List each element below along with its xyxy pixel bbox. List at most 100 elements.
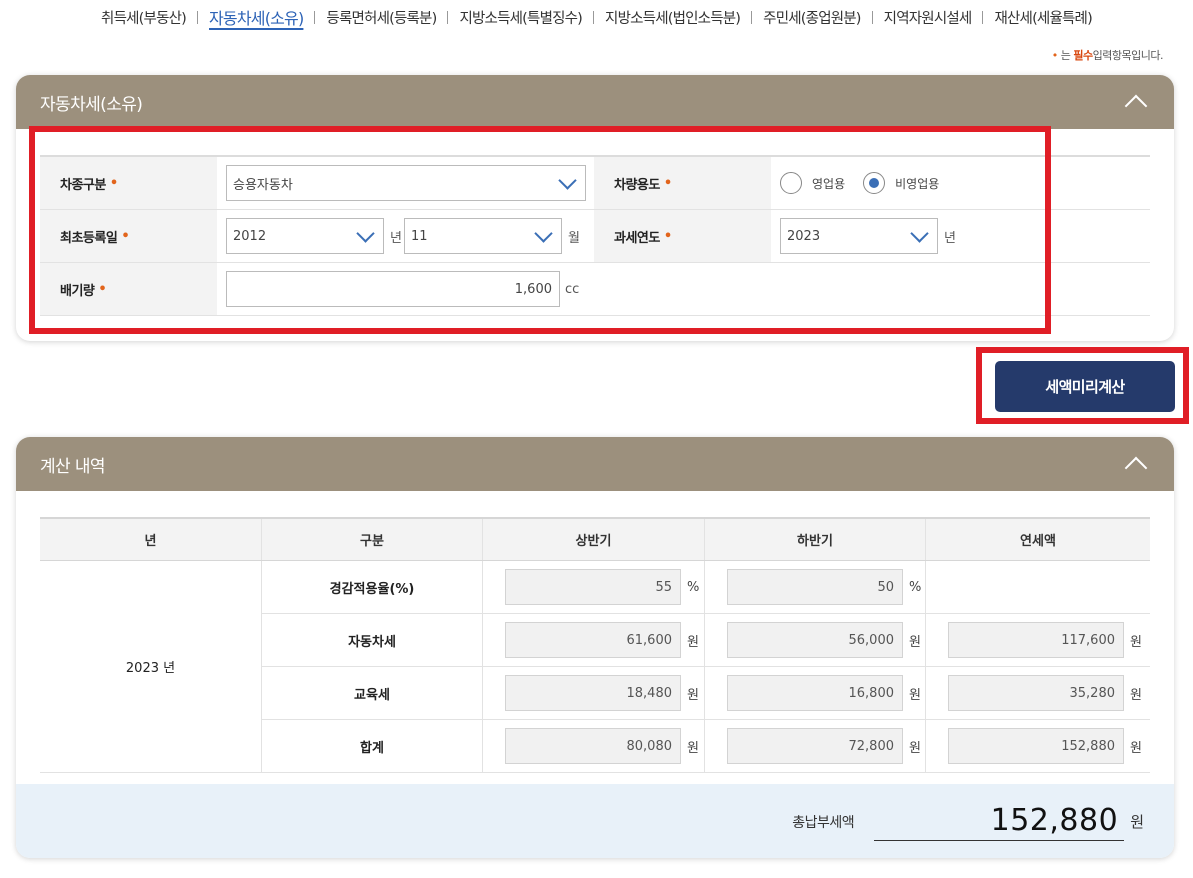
total-payment-value: 152,880 — [874, 803, 1125, 841]
tab-acquisition-tax[interactable]: 취득세(부동산) — [90, 7, 197, 28]
form-panel-header: 자동차세(소유) — [16, 75, 1174, 129]
total-payment-label: 총납부세액 — [792, 814, 855, 831]
vehicle-use-label: 차량용도 • — [594, 157, 771, 209]
chevron-down-icon — [533, 229, 553, 243]
row-label-vehicle-tax: 자동차세 — [262, 614, 483, 666]
reduction-rate-h2-cell: 50% — [705, 561, 926, 613]
table-row: 합계 80,080 원 72,800 원 152,880 원 — [262, 720, 1150, 773]
total-annual: 152,880 — [948, 728, 1124, 764]
table-row: 교육세 18,480 원 16,800 원 35,280 원 — [262, 667, 1150, 720]
total-payment-bar: 총납부세액 152,880 원 — [16, 784, 1174, 858]
won-unit: 원 — [1130, 687, 1142, 703]
tax-year-cell: 2023 년 — [771, 210, 1150, 262]
tab-registration-tax[interactable]: 등록면허세(등록분) — [315, 7, 447, 28]
chevron-down-icon — [557, 176, 577, 190]
won-unit: 원 — [687, 687, 699, 703]
displacement-label: 배기량 • — [40, 263, 217, 315]
tab-resident-tax[interactable]: 주민세(종업원분) — [752, 7, 872, 28]
tax-year-label: 과세연도 • — [594, 210, 771, 262]
first-registration-cell: 2012 년 11 월 — [217, 210, 594, 262]
tab-vehicle-tax[interactable]: 자동차세(소유) — [198, 5, 314, 29]
month-unit: 월 — [567, 230, 580, 246]
registration-year-value: 2012 — [233, 228, 267, 244]
vehicle-type-label: 차종구분 • — [40, 157, 217, 209]
vehicle-tax-h2-cell: 56,000 원 — [705, 614, 926, 666]
result-rows: 경감적용율(%) 55% 50% 자동차세 61,600 원 56,000 원 11… — [262, 561, 1150, 773]
education-tax-h2: 16,800 — [727, 675, 903, 711]
radio-circle-icon — [780, 172, 802, 194]
result-table-body: 2023 년 경감적용율(%) 55% 50% 자동차세 61,600 원 56,… — [40, 561, 1150, 773]
displacement-value: 1,600 — [514, 281, 552, 297]
registration-month-value: 11 — [410, 228, 428, 244]
won-unit: 원 — [1130, 740, 1142, 756]
form-row: 차종구분 • 승용자동차 차량용도 • 영업용 비영업용 — [40, 157, 1150, 210]
collapse-chevron-icon[interactable] — [1124, 90, 1148, 114]
education-tax-h1: 18,480 — [505, 675, 681, 711]
won-unit: 원 — [687, 634, 699, 650]
registration-month-select[interactable]: 11 — [403, 218, 562, 254]
won-unit: 원 — [909, 687, 921, 703]
percent-unit: % — [909, 579, 922, 595]
total-h1-cell: 80,080 원 — [483, 720, 705, 772]
total-annual-cell: 152,880 원 — [926, 720, 1150, 772]
result-panel-header: 계산 내역 — [16, 437, 1174, 491]
calculation-result-panel: 계산 내역 년 구분 상반기 하반기 연세액 2023 년 경감적용율(%) 5… — [16, 437, 1174, 858]
reduction-rate-h1-cell: 55% — [483, 561, 705, 613]
vehicle-type-value: 승용자동차 — [233, 177, 293, 193]
tab-local-income-withholding[interactable]: 지방소득세(특별징수) — [448, 7, 593, 28]
required-note-post: 입력항목입니다. — [1092, 49, 1164, 62]
education-tax-h1-cell: 18,480 원 — [483, 667, 705, 719]
chevron-down-icon — [909, 229, 929, 243]
required-dot: • — [1051, 49, 1059, 62]
reduction-rate-h2: 50 — [727, 569, 903, 605]
required-note: • 는 필수입력항목입니다. — [1051, 47, 1164, 63]
header-category: 구분 — [262, 519, 483, 560]
header-year: 년 — [40, 519, 262, 560]
reduction-rate-h1: 55 — [505, 569, 681, 605]
chevron-down-icon — [355, 229, 375, 243]
displacement-cell: 1,600 cc — [217, 263, 1150, 315]
displacement-input[interactable]: 1,600 — [226, 271, 560, 307]
won-unit: 원 — [909, 634, 921, 650]
tab-property-tax[interactable]: 재산세(세율특례) — [983, 7, 1103, 28]
tax-year-select[interactable]: 2023 — [780, 218, 938, 254]
total-h2: 72,800 — [727, 728, 903, 764]
vehicle-tax-h1: 61,600 — [505, 622, 681, 658]
registration-year-select[interactable]: 2012 — [226, 218, 384, 254]
vehicle-tax-annual: 117,600 — [948, 622, 1124, 658]
year-unit: 년 — [390, 230, 402, 246]
total-h2-cell: 72,800 원 — [705, 720, 926, 772]
tab-local-income-corporate[interactable]: 지방소득세(법인소득분) — [594, 7, 751, 28]
header-first-half: 상반기 — [483, 519, 705, 560]
year-cell: 2023 년 — [40, 561, 262, 773]
tax-year-value: 2023 — [787, 228, 821, 244]
row-label-reduction-rate: 경감적용율(%) — [262, 561, 483, 613]
result-table-header: 년 구분 상반기 하반기 연세액 — [40, 519, 1150, 561]
education-tax-annual: 35,280 — [948, 675, 1124, 711]
radio-selected-icon — [863, 172, 886, 194]
vehicle-tax-form-panel: 자동차세(소유) 차종구분 • 승용자동차 차량용도 • 영업용 비영업용 최초등록… — [16, 75, 1174, 341]
result-table: 년 구분 상반기 하반기 연세액 2023 년 경감적용율(%) 55% 50%… — [40, 517, 1150, 773]
education-tax-h2-cell: 16,800 원 — [705, 667, 926, 719]
header-annual: 연세액 — [1020, 534, 1056, 549]
vehicle-use-noncommercial-radio[interactable]: 비영업용 — [863, 172, 939, 194]
form-panel-title: 자동차세(소유) — [40, 94, 143, 115]
total-payment-unit: 원 — [1130, 813, 1144, 831]
calculate-tax-button[interactable]: 세액미리계산 — [995, 361, 1175, 412]
vehicle-tax-h1-cell: 61,600 원 — [483, 614, 705, 666]
vehicle-use-cell: 영업용 비영업용 — [771, 157, 1150, 209]
vehicle-type-select[interactable]: 승용자동차 — [226, 165, 586, 201]
tab-regional-resource-tax[interactable]: 지역자원시설세 — [873, 7, 983, 28]
won-unit: 원 — [909, 740, 921, 756]
required-note-pre: 는 — [1060, 49, 1071, 62]
result-panel-title: 계산 내역 — [40, 456, 106, 477]
required-note-strong: 필수 — [1073, 49, 1093, 62]
total-h1: 80,080 — [505, 728, 681, 764]
table-row: 경감적용율(%) 55% 50% — [262, 561, 1150, 614]
row-label-education-tax: 교육세 — [262, 667, 483, 719]
collapse-chevron-icon[interactable] — [1124, 452, 1148, 476]
vehicle-tax-h2: 56,000 — [727, 622, 903, 658]
won-unit: 원 — [1130, 634, 1142, 650]
vehicle-tax-form: 차종구분 • 승용자동차 차량용도 • 영업용 비영업용 최초등록일 • 2012 년 — [40, 155, 1150, 316]
vehicle-use-commercial-radio[interactable]: 영업용 — [780, 172, 845, 194]
